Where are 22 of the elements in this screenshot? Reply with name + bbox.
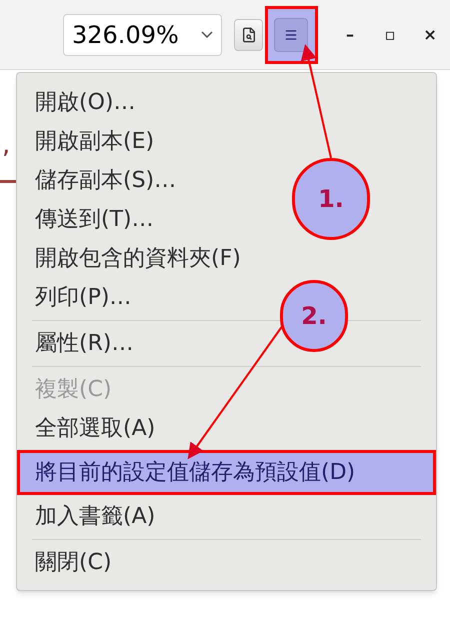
close-button[interactable]: ×: [410, 22, 450, 46]
menu-item[interactable]: 關閉(C): [20, 543, 127, 582]
maximize-button[interactable]: ▫: [370, 22, 410, 46]
menu-item[interactable]: 儲存副本(S)…: [20, 161, 192, 200]
zoom-value: 326.09%: [72, 20, 179, 50]
menu-button[interactable]: [274, 18, 308, 52]
menu-item[interactable]: 開啟副本(E): [20, 122, 170, 161]
menu-icon: [284, 28, 298, 42]
document-search-icon: [240, 26, 257, 42]
menu-item[interactable]: 開啟包含的資料夾(F): [20, 239, 256, 278]
minimize-button[interactable]: –: [330, 22, 370, 46]
zoom-select[interactable]: 326.09%: [63, 14, 222, 56]
menu-item[interactable]: 將目前的設定值儲存為預設值(D): [20, 453, 433, 492]
menu-item[interactable]: 列印(P)…: [20, 278, 146, 317]
document-text: ,: [2, 132, 10, 158]
menu-item[interactable]: 全部選取(A): [20, 409, 170, 448]
menu-item[interactable]: 加入書籤(A): [20, 497, 170, 536]
chevron-icon: [201, 31, 214, 38]
menu-item[interactable]: 開啟(O)…: [20, 83, 150, 122]
menu-item[interactable]: 傳送到(T)…: [20, 200, 169, 239]
document-search-button[interactable]: [234, 18, 263, 50]
menu-item[interactable]: 屬性(R)…: [20, 324, 148, 363]
